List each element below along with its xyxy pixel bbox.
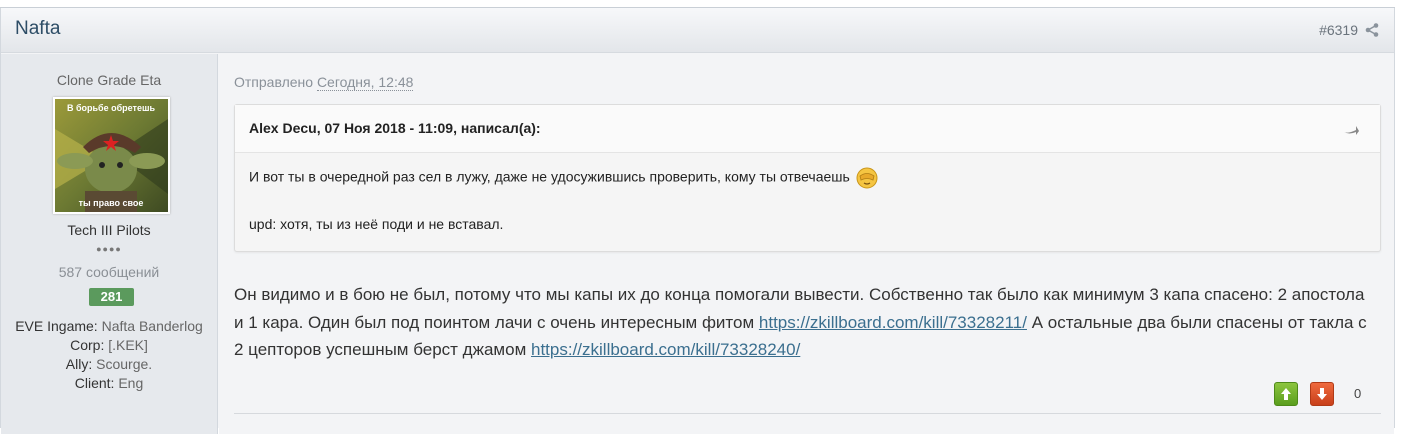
posted-label: Отправлено (234, 74, 314, 90)
vote-down-button[interactable] (1310, 382, 1334, 406)
reputation-badge: 281 (89, 288, 134, 306)
profile-fields: EVE Ingame: Nafta Banderlog Corp: [.KEK]… (1, 317, 217, 393)
field-ally: Ally: Scourge. (65, 356, 153, 372)
author-sidebar: Clone Grade Eta В борьбе обретешь ты пра… (1, 54, 218, 434)
rank-pips: ●●●● (96, 244, 122, 254)
facepalm-emoji-icon (856, 167, 878, 189)
quote-header: Alex Decu, 07 Ноя 2018 - 11:09, написал(… (235, 105, 1380, 153)
field-corp: Corp: [.KEK] (70, 337, 148, 353)
post-header: Nafta #6319 (1, 8, 1394, 53)
zkillboard-link-2[interactable]: https://zkillboard.com/kill/73328240/ (531, 340, 800, 359)
member-group: Tech III Pilots (67, 222, 151, 238)
vote-count: 0 (1354, 386, 1362, 401)
post-number-link[interactable]: #6319 (1319, 22, 1358, 38)
posted-info: Отправлено Сегодня, 12:48 (234, 74, 414, 91)
forum-post: Nafta #6319 Clone Grade Eta В борьбе обр… (0, 8, 1395, 434)
member-title: Clone Grade Eta (56, 72, 162, 88)
post-separator (234, 413, 1381, 414)
quote-line-1: И вот ты в очередной раз сел в лужу, даж… (249, 167, 1366, 189)
vote-up-button[interactable] (1274, 382, 1298, 406)
quote-body: И вот ты в очередной раз сел в лужу, даж… (235, 153, 1380, 273)
zkillboard-link-1[interactable]: https://zkillboard.com/kill/73328211/ (759, 313, 1027, 332)
avatar-caption-top: В борьбе обретешь (67, 103, 156, 113)
author-name-link[interactable]: Nafta (15, 18, 60, 40)
message-count: 587 сообщений (58, 264, 160, 280)
post-content: Отправлено Сегодня, 12:48 Alex Decu, 07 … (219, 54, 1394, 434)
quote-line-2: upd: хотя, ты из неё поди и не вставал. (249, 216, 504, 232)
quote-block: Alex Decu, 07 Ноя 2018 - 11:09, написал(… (234, 104, 1381, 252)
page-top-border (0, 0, 1395, 8)
arrow-up-icon (1281, 388, 1291, 400)
quote-citation: Alex Decu, 07 Ноя 2018 - 11:09, написал(… (249, 120, 541, 136)
posted-date: Сегодня, 12:48 (316, 74, 414, 91)
share-icon[interactable] (1364, 22, 1380, 38)
arrow-down-icon (1317, 388, 1327, 400)
field-eve-ingame: EVE Ingame: Nafta Banderlog (15, 318, 203, 334)
avatar[interactable]: В борьбе обретешь ты право свое (53, 97, 170, 214)
avatar-caption-bottom: ты право свое (79, 198, 144, 208)
field-client: Client: Eng (74, 375, 144, 391)
post-body: Он видимо и в бою не был, потому что мы … (234, 281, 1374, 364)
quote-back-arrow-icon[interactable] (1342, 122, 1360, 136)
